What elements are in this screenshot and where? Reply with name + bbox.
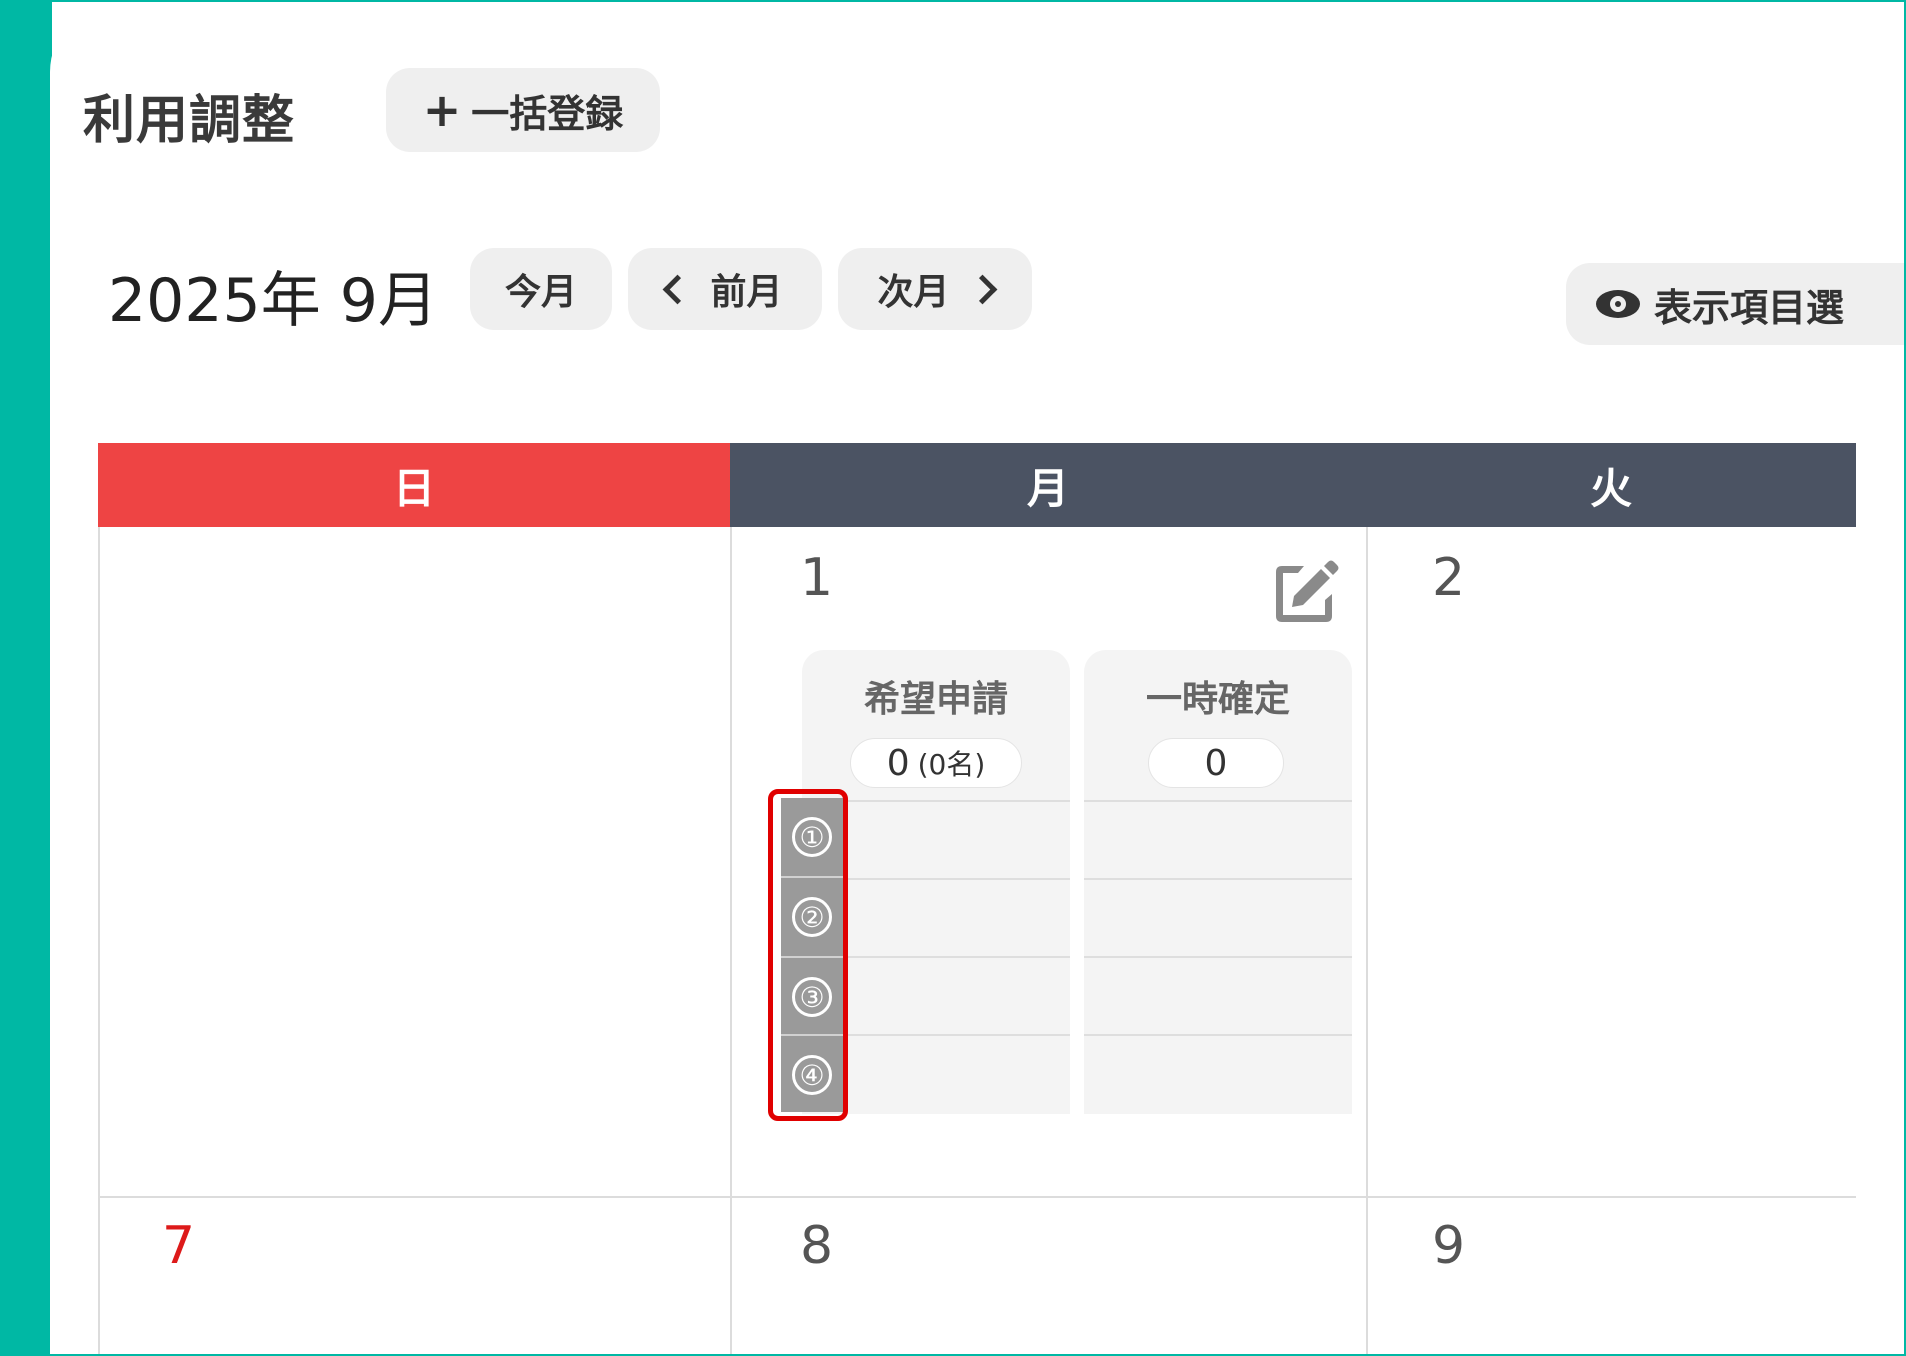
day-number-9[interactable]: 9: [1432, 1216, 1465, 1276]
grid-line: [98, 1196, 1856, 1198]
next-month-button[interactable]: 次月: [838, 248, 1032, 330]
request-count: 0: [886, 742, 910, 784]
grid-line: [98, 527, 100, 1354]
current-month-label: 今月: [504, 272, 577, 313]
highlight-box: [768, 789, 848, 1121]
bulk-register-label: 一括登録: [471, 91, 624, 136]
previous-month-label: 前月: [710, 272, 783, 313]
grid-line: [730, 527, 732, 1354]
day-number-8[interactable]: 8: [800, 1216, 833, 1276]
temporary-confirm-column: 一時確定 0: [1084, 650, 1352, 1114]
bulk-register-button[interactable]: + 一括登録: [386, 68, 660, 152]
page-title: 利用調整: [83, 91, 296, 151]
next-month-label: 次月: [877, 272, 950, 313]
chevron-right-icon: [967, 274, 997, 304]
day-number-2[interactable]: 2: [1432, 548, 1465, 608]
request-count-people: (0名): [917, 748, 986, 781]
temporary-confirm-column-title: 一時確定: [1145, 679, 1290, 720]
previous-month-button[interactable]: 前月: [628, 248, 822, 330]
weekday-header-monday: 月: [730, 443, 1366, 527]
plus-icon: +: [422, 83, 462, 137]
request-count-badge: 0 (0名): [850, 738, 1022, 788]
slot-divider: [1084, 1034, 1352, 1036]
temporary-confirm-count-badge: 0: [1148, 738, 1284, 788]
display-items-label: 表示項目選: [1654, 285, 1845, 330]
grid-line: [1366, 527, 1368, 1354]
month-title: 2025年 9月: [108, 266, 438, 336]
temporary-confirm-count: 0: [1204, 742, 1228, 784]
slot-divider: [1084, 956, 1352, 958]
slot-divider: [1084, 878, 1352, 880]
eye-icon: [1596, 290, 1640, 318]
current-month-button[interactable]: 今月: [470, 248, 612, 330]
edit-icon[interactable]: [1268, 556, 1342, 630]
accent-bar: [0, 0, 52, 1356]
weekday-header-tuesday: 火: [1366, 443, 1856, 527]
weekday-header-sunday: 日: [98, 443, 730, 527]
chevron-left-icon: [663, 274, 693, 304]
display-items-button[interactable]: 表示項目選: [1566, 263, 1906, 345]
request-column-title: 希望申請: [863, 679, 1008, 720]
slot-divider: [1084, 800, 1352, 802]
day-number-7[interactable]: 7: [162, 1216, 195, 1276]
day-number-1[interactable]: 1: [800, 548, 833, 608]
